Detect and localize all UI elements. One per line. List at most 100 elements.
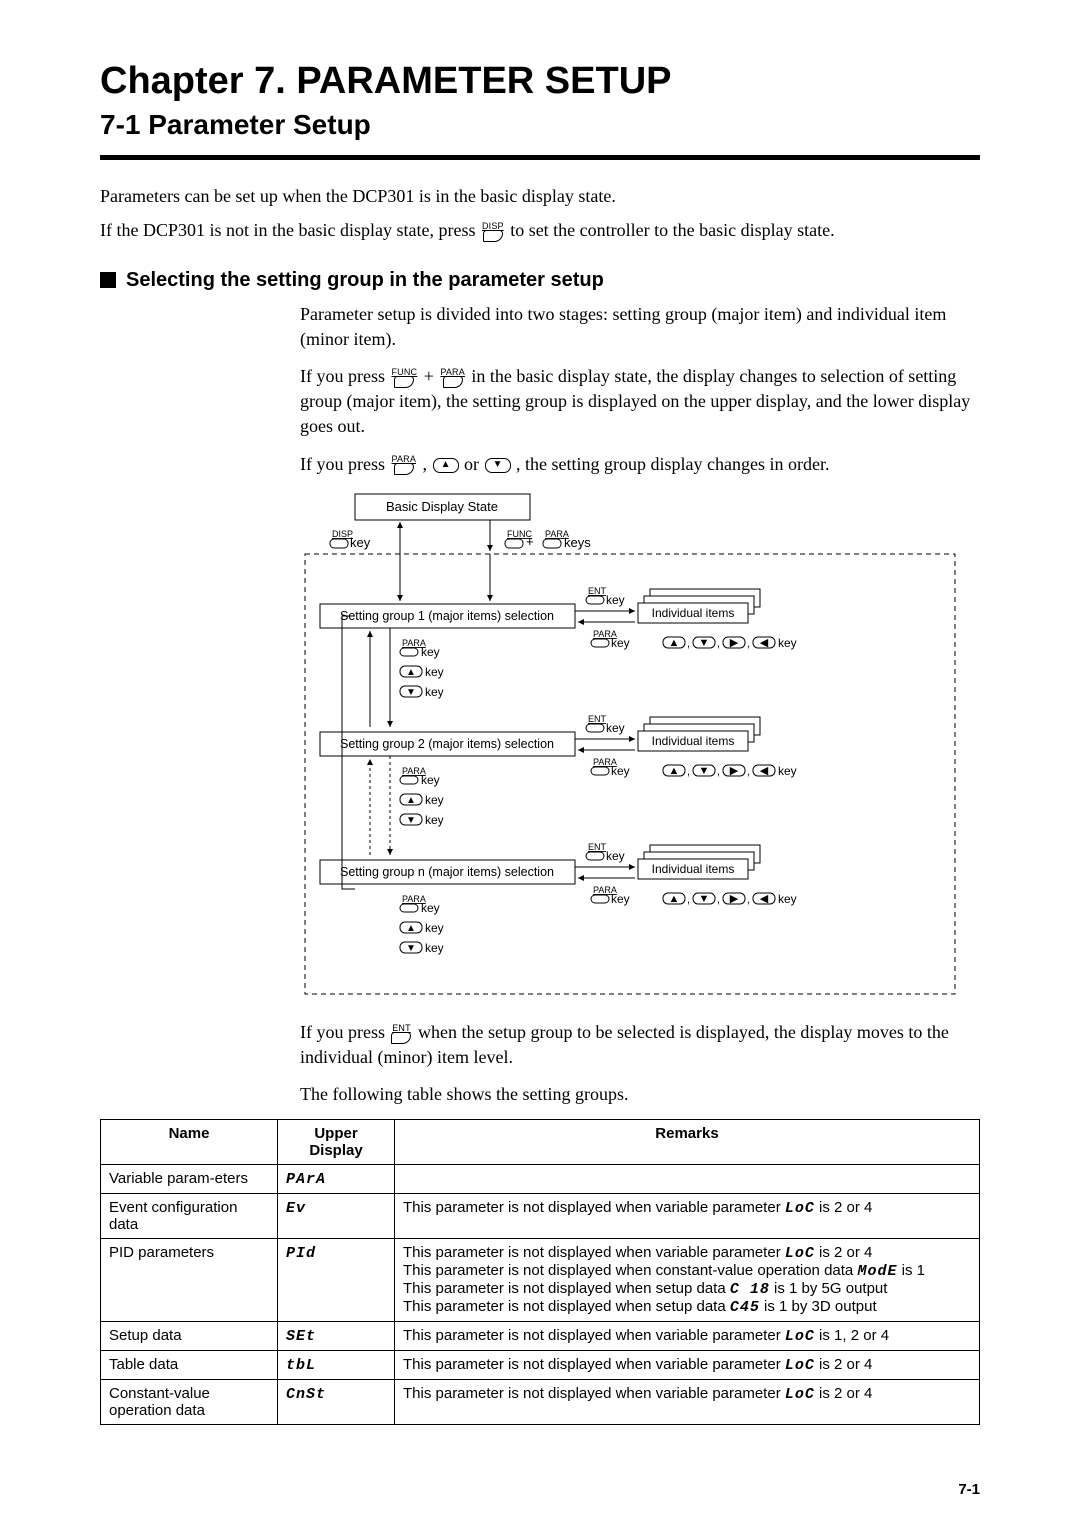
- square-bullet-icon: [100, 272, 116, 288]
- p3-a: If you press: [300, 454, 389, 474]
- svg-text:,: ,: [717, 766, 720, 778]
- diagram-group-n: Setting group n (major items) selection …: [320, 842, 797, 955]
- group1-label: Setting group 1 (major items) selection: [340, 609, 554, 623]
- diagram-svg: Basic Display State DISP key FUNC + PARA…: [300, 489, 960, 999]
- svg-text:▼: ▼: [406, 943, 416, 954]
- key-word: key: [421, 645, 440, 659]
- key-word: key: [611, 636, 630, 650]
- svg-text:▲: ▲: [669, 765, 680, 777]
- svg-text:Individual items: Individual items: [652, 862, 735, 876]
- svg-text:key: key: [421, 901, 440, 915]
- section-title: 7-1 Parameter Setup: [100, 109, 980, 141]
- svg-text:◀: ◀: [760, 637, 769, 649]
- cell-upper-display: SEt: [278, 1322, 395, 1351]
- individual-items-label: Individual items: [652, 606, 735, 620]
- cell-upper-display: CnSt: [278, 1380, 395, 1425]
- para-5: The following table shows the setting gr…: [300, 1082, 980, 1107]
- section-rule: [100, 155, 980, 160]
- svg-text:▲: ▲: [406, 923, 416, 934]
- table-row: Setup dataSEtThis parameter is not displ…: [101, 1322, 980, 1351]
- svg-text:ENT: ENT: [588, 714, 607, 724]
- chapter-title: Chapter 7. PARAMETER SETUP: [100, 60, 980, 103]
- group2-label: Setting group 2 (major items) selection: [340, 737, 554, 751]
- flow-diagram: Basic Display State DISP key FUNC + PARA…: [100, 489, 980, 1004]
- p3-d: , the setting group display changes in o…: [516, 454, 829, 474]
- svg-text:,: ,: [717, 638, 720, 650]
- intro-line-2: If the DCP301 is not in the basic displa…: [100, 218, 980, 242]
- cell-remarks: [395, 1165, 980, 1194]
- th-name: Name: [101, 1120, 278, 1165]
- key-shape: [443, 376, 463, 388]
- svg-text:◀: ◀: [760, 765, 769, 777]
- svg-text:,: ,: [687, 638, 690, 650]
- p3-c: or: [464, 454, 484, 474]
- svg-text:,: ,: [747, 894, 750, 906]
- body-paragraphs-2: If you press ENT when the setup group to…: [300, 1020, 980, 1108]
- para-key-icon: PARA: [440, 368, 465, 388]
- key-shape: [394, 463, 414, 475]
- svg-text:▼: ▼: [699, 765, 710, 777]
- key-shape: [394, 376, 414, 388]
- cell-upper-display: PId: [278, 1239, 395, 1322]
- ent-key-icon: ENT: [391, 1024, 411, 1044]
- down-arrow-key-icon: ▼: [485, 458, 511, 473]
- up-arrow-key-icon: ▲: [433, 458, 459, 473]
- svg-text:,: ,: [747, 766, 750, 778]
- cell-upper-display: PArA: [278, 1165, 395, 1194]
- key-word: key: [606, 593, 625, 607]
- svg-text:▼: ▼: [406, 687, 416, 698]
- p4-a: If you press: [300, 1022, 389, 1042]
- plus: +: [526, 534, 534, 549]
- p2-b: +: [424, 366, 439, 386]
- svg-text:,: ,: [687, 894, 690, 906]
- svg-text:◀: ◀: [760, 893, 769, 905]
- svg-text:key: key: [421, 773, 440, 787]
- para-key-icon: PARA: [391, 455, 416, 475]
- arrow-keys-suffix: key: [778, 636, 797, 650]
- subheading: Selecting the setting group in the param…: [100, 269, 980, 292]
- svg-text:ENT: ENT: [588, 842, 607, 852]
- page: Chapter 7. PARAMETER SETUP 7-1 Parameter…: [0, 0, 1080, 1528]
- para-1: Parameter setup is divided into two stag…: [300, 302, 980, 352]
- cell-upper-display: tbL: [278, 1351, 395, 1380]
- key-word: key: [425, 685, 444, 699]
- svg-text:▼: ▼: [699, 637, 710, 649]
- svg-text:key: key: [611, 764, 630, 778]
- svg-text:,: ,: [747, 638, 750, 650]
- subheading-text: Selecting the setting group in the param…: [126, 269, 604, 292]
- svg-text:Individual items: Individual items: [652, 734, 735, 748]
- p2-a: If you press: [300, 366, 389, 386]
- svg-text:▲: ▲: [406, 795, 416, 806]
- table-row: Event configuration dataEvThis parameter…: [101, 1194, 980, 1239]
- cell-remarks: This parameter is not displayed when var…: [395, 1239, 980, 1322]
- p3-b: ,: [423, 454, 432, 474]
- para-3: If you press PARA , ▲ or ▼ , the setting…: [300, 452, 980, 477]
- key-shape: [483, 230, 503, 242]
- svg-text:▲: ▲: [406, 667, 416, 678]
- svg-text:▶: ▶: [730, 893, 739, 905]
- cell-name: Setup data: [101, 1322, 278, 1351]
- svg-text:key: key: [778, 892, 797, 906]
- cell-name: Variable param-eters: [101, 1165, 278, 1194]
- table-row: Constant-value operation dataCnStThis pa…: [101, 1380, 980, 1425]
- cell-name: PID parameters: [101, 1239, 278, 1322]
- svg-text:key: key: [425, 793, 444, 807]
- diagram-basic-label: Basic Display State: [386, 499, 498, 514]
- intro-line-1: Parameters can be set up when the DCP301…: [100, 184, 980, 208]
- cell-name: Table data: [101, 1351, 278, 1380]
- disp-key-icon: DISP: [482, 222, 504, 242]
- diagram-group-2: Setting group 2 (major items) selection …: [320, 714, 797, 855]
- table-header-row: Name Upper Display Remarks: [101, 1120, 980, 1165]
- svg-text:,: ,: [717, 894, 720, 906]
- svg-text:key: key: [606, 721, 625, 735]
- svg-text:▼: ▼: [699, 893, 710, 905]
- func-key-icon: FUNC: [391, 368, 417, 388]
- svg-text:▲: ▲: [669, 893, 680, 905]
- svg-text:▼: ▼: [406, 815, 416, 826]
- cell-remarks: This parameter is not displayed when var…: [395, 1194, 980, 1239]
- table-row: Variable param-etersPArA: [101, 1165, 980, 1194]
- svg-text:key: key: [778, 764, 797, 778]
- cell-remarks: This parameter is not displayed when var…: [395, 1351, 980, 1380]
- th-upper: Upper Display: [278, 1120, 395, 1165]
- svg-text:key: key: [425, 921, 444, 935]
